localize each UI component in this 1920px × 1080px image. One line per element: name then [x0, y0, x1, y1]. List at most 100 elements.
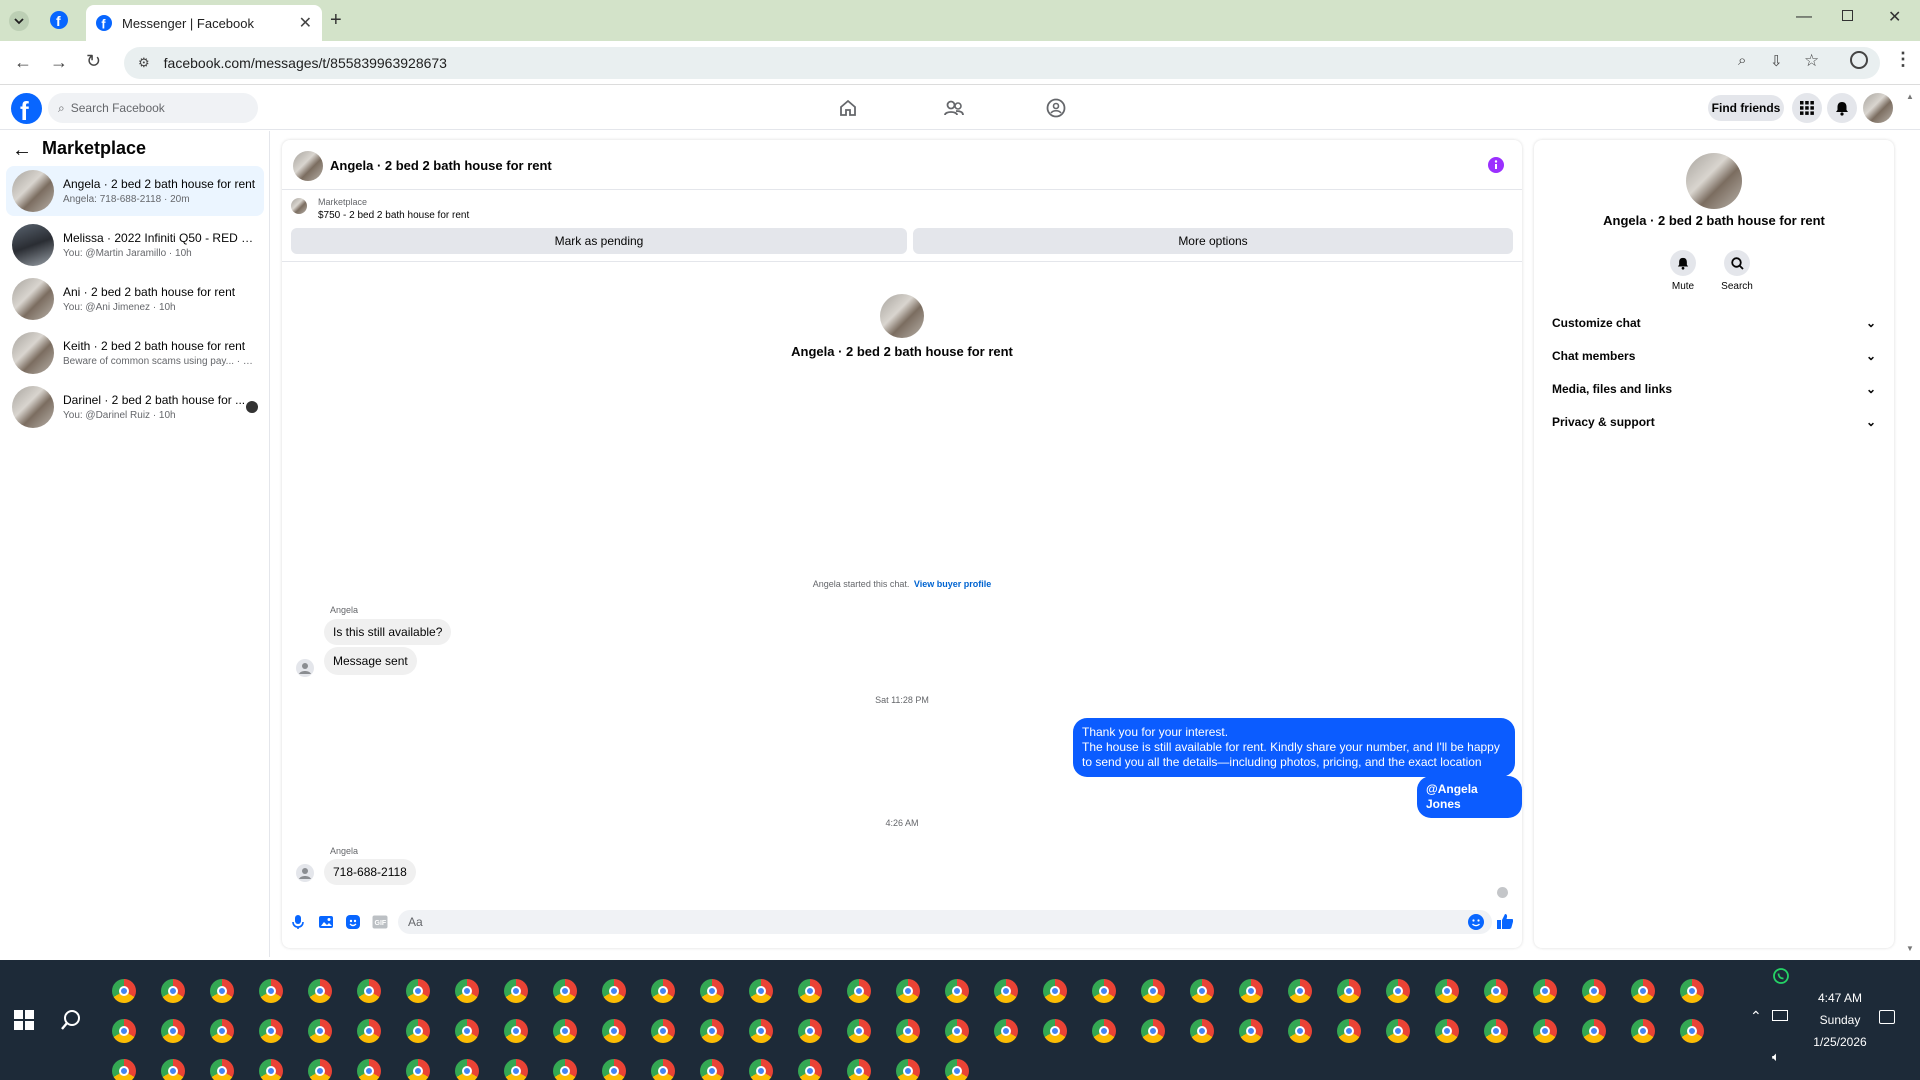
- taskbar-chrome-icon[interactable]: [1239, 1019, 1263, 1043]
- taskbar-chrome-icon[interactable]: [749, 1019, 773, 1043]
- taskbar-chrome-icon[interactable]: [161, 1059, 185, 1080]
- taskbar-chrome-icon[interactable]: [259, 1019, 283, 1043]
- tab-search-chevron-icon[interactable]: [8, 10, 30, 32]
- conversation-item-angela[interactable]: Angela · 2 bed 2 bath house for rent Ange…: [6, 166, 264, 216]
- taskbar-chrome-icon[interactable]: [700, 1059, 724, 1080]
- taskbar-chrome-icon[interactable]: [798, 1019, 822, 1043]
- taskbar-chrome-icon[interactable]: [357, 979, 381, 1003]
- taskbar-time[interactable]: 4:47 AM: [1795, 991, 1885, 1005]
- find-friends-button[interactable]: Find friends: [1708, 95, 1784, 121]
- taskbar-chrome-icon[interactable]: [847, 1059, 871, 1080]
- view-buyer-profile-link[interactable]: View buyer profile: [914, 579, 991, 589]
- taskbar-chrome-icon[interactable]: [1043, 979, 1067, 1003]
- chrome-menu-icon[interactable]: ⋮: [1894, 49, 1912, 70]
- taskbar-chrome-icon[interactable]: [602, 1019, 626, 1043]
- mute-bell-icon[interactable]: [1670, 250, 1696, 276]
- notifications-bell-icon[interactable]: [1827, 93, 1857, 123]
- network-icon[interactable]: [1772, 1010, 1788, 1021]
- reload-icon[interactable]: ↻: [86, 51, 101, 72]
- taskbar-chrome-icon[interactable]: [161, 1019, 185, 1043]
- taskbar-chrome-icon[interactable]: [651, 979, 675, 1003]
- taskbar-chrome-icon[interactable]: [112, 1019, 136, 1043]
- taskbar-chrome-icon[interactable]: [1582, 1019, 1606, 1043]
- search-conversation-icon[interactable]: [1724, 250, 1750, 276]
- taskbar-chrome-icon[interactable]: [602, 1059, 626, 1080]
- taskbar-chrome-icon[interactable]: [847, 1019, 871, 1043]
- search-label[interactable]: Search: [1707, 281, 1767, 292]
- taskbar-chrome-icon[interactable]: [1141, 1019, 1165, 1043]
- close-window-icon[interactable]: ✕: [1888, 7, 1901, 27]
- zoom-icon[interactable]: ⌕: [1738, 52, 1746, 69]
- whatsapp-tray-icon[interactable]: [1773, 968, 1789, 984]
- taskbar-chrome-icon[interactable]: [1680, 979, 1704, 1003]
- mute-label[interactable]: Mute: [1653, 281, 1713, 292]
- taskbar-chrome-icon[interactable]: [112, 979, 136, 1003]
- taskbar-chrome-icon[interactable]: [1533, 1019, 1557, 1043]
- tab-messenger[interactable]: f Messenger | Facebook ✕: [86, 5, 322, 41]
- outgoing-message[interactable]: Thank you for your interest. The house i…: [1073, 718, 1515, 777]
- taskbar-search-icon[interactable]: [60, 1009, 82, 1031]
- taskbar-chrome-icon[interactable]: [308, 979, 332, 1003]
- groups-nav-icon[interactable]: [1046, 98, 1066, 118]
- taskbar-chrome-icon[interactable]: [798, 979, 822, 1003]
- taskbar-chrome-icon[interactable]: [1386, 979, 1410, 1003]
- listing-info[interactable]: $750 - 2 bed 2 bath house for rent: [318, 210, 469, 221]
- mention-message[interactable]: @Angela Jones: [1417, 776, 1522, 818]
- incoming-message[interactable]: 718-688-2118: [324, 859, 416, 885]
- taskbar-chrome-icon[interactable]: [455, 1019, 479, 1043]
- notification-center-icon[interactable]: [1879, 1010, 1895, 1024]
- scroll-up-arrow-icon[interactable]: ▲: [1906, 92, 1914, 101]
- taskbar-chrome-icon[interactable]: [945, 979, 969, 1003]
- message-input[interactable]: Aa: [398, 910, 1492, 934]
- taskbar-chrome-icon[interactable]: [896, 1059, 920, 1080]
- taskbar-chrome-icon[interactable]: [1043, 1019, 1067, 1043]
- url-text[interactable]: facebook.com/messages/t/855839963928673: [164, 55, 447, 71]
- home-nav-icon[interactable]: [838, 98, 858, 118]
- taskbar-chrome-icon[interactable]: [896, 979, 920, 1003]
- taskbar-chrome-icon[interactable]: [1288, 979, 1312, 1003]
- media-files-links-section[interactable]: Media, files and links ⌄: [1544, 374, 1884, 404]
- install-app-icon[interactable]: ⇩: [1770, 52, 1783, 70]
- taskbar-chrome-icon[interactable]: [504, 979, 528, 1003]
- friends-nav-icon[interactable]: [943, 98, 965, 118]
- taskbar-chrome-icon[interactable]: [308, 1019, 332, 1043]
- gif-icon[interactable]: GIF: [372, 915, 388, 929]
- conversation-item-darinel[interactable]: Darinel · 2 bed 2 bath house for ... You:…: [6, 382, 264, 432]
- privacy-support-section[interactable]: Privacy & support ⌄: [1544, 407, 1884, 437]
- back-arrow-icon[interactable]: ←: [12, 139, 32, 162]
- taskbar-chrome-icon[interactable]: [1631, 1019, 1655, 1043]
- taskbar-chrome-icon[interactable]: [896, 1019, 920, 1043]
- incoming-message[interactable]: Is this still available?: [324, 619, 452, 645]
- taskbar-chrome-icon[interactable]: [1435, 1019, 1459, 1043]
- taskbar-chrome-icon[interactable]: [700, 979, 724, 1003]
- site-info-icon[interactable]: ⚙: [138, 55, 150, 71]
- taskbar-chrome-icon[interactable]: [455, 1059, 479, 1080]
- taskbar-chrome-icon[interactable]: [1484, 1019, 1508, 1043]
- account-avatar[interactable]: [1863, 93, 1893, 123]
- taskbar-chrome-icon[interactable]: [651, 1059, 675, 1080]
- omnibox[interactable]: ⚙ facebook.com/messages/t/85583996392867…: [124, 47, 1880, 79]
- taskbar-chrome-icon[interactable]: [504, 1019, 528, 1043]
- taskbar-chrome-icon[interactable]: [259, 1059, 283, 1080]
- microphone-icon[interactable]: [291, 914, 305, 930]
- conversation-item-melissa[interactable]: Melissa · 2022 Infiniti Q50 - RED S... Yo…: [6, 220, 264, 270]
- restore-icon[interactable]: [1842, 10, 1853, 21]
- taskbar-chrome-icon[interactable]: [1337, 1019, 1361, 1043]
- taskbar-chrome-icon[interactable]: [406, 979, 430, 1003]
- like-thumb-icon[interactable]: [1497, 913, 1513, 930]
- taskbar-chrome-icon[interactable]: [112, 1059, 136, 1080]
- forward-icon[interactable]: →: [50, 52, 68, 73]
- taskbar-chrome-icon[interactable]: [210, 1059, 234, 1080]
- minimize-icon[interactable]: —: [1796, 8, 1812, 26]
- taskbar-chrome-icon[interactable]: [602, 979, 626, 1003]
- taskbar-chrome-icon[interactable]: [1484, 979, 1508, 1003]
- taskbar-chrome-icon[interactable]: [847, 979, 871, 1003]
- new-tab-icon[interactable]: +: [330, 9, 342, 32]
- taskbar-chrome-icon[interactable]: [1435, 979, 1459, 1003]
- taskbar-chrome-icon[interactable]: [1337, 979, 1361, 1003]
- taskbar-chrome-icon[interactable]: [406, 1019, 430, 1043]
- photo-icon[interactable]: [318, 914, 334, 930]
- taskbar-chrome-icon[interactable]: [1680, 1019, 1704, 1043]
- taskbar-chrome-icon[interactable]: [357, 1059, 381, 1080]
- windows-start-icon[interactable]: [14, 1010, 34, 1030]
